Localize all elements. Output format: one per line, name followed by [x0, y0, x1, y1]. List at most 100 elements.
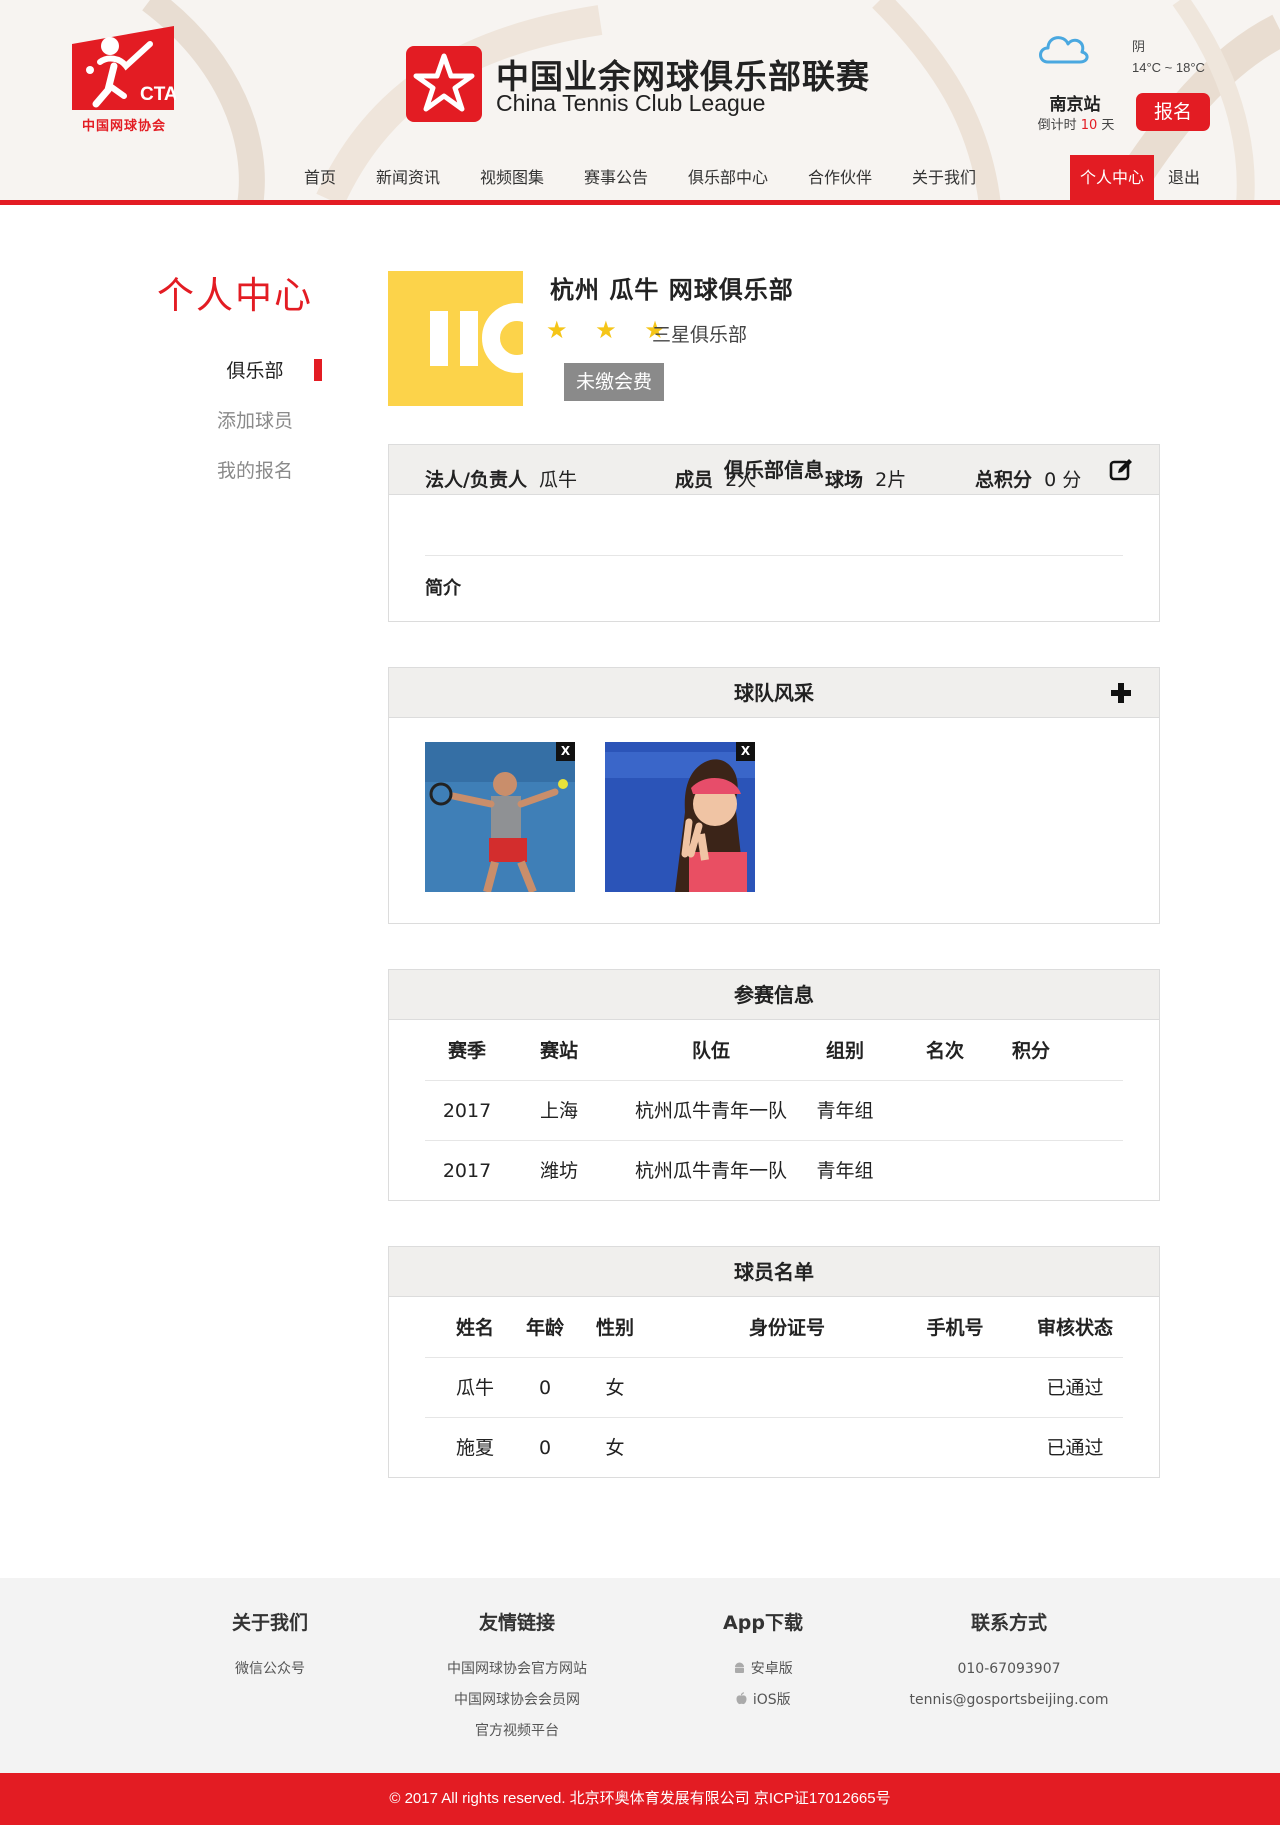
table-header-row: 赛季 赛站 队伍 组别 名次 积分	[425, 1021, 1123, 1081]
legal-value: 瓜牛	[539, 469, 578, 491]
footer-ios-link[interactable]: iOS版	[643, 1685, 883, 1716]
nav-home[interactable]: 首页	[296, 155, 344, 201]
countdown-prefix: 倒计时	[1037, 118, 1077, 133]
edit-icon[interactable]	[1109, 458, 1133, 482]
table-row: 2017 上海 杭州瓜牛青年一队 青年组	[425, 1081, 1123, 1141]
column-header: 年龄	[525, 1317, 564, 1339]
player-age-cell: 0	[538, 1437, 552, 1459]
points-cell	[991, 1081, 1071, 1141]
team-gallery-panel: 球队风采 X X	[388, 667, 1160, 924]
league-brand[interactable]: 中国业余网球俱乐部联赛 China Tennis Club League	[406, 46, 886, 126]
members-label: 成员	[675, 469, 714, 491]
remove-photo-button[interactable]: X	[736, 742, 755, 761]
player-age-cell: 0	[538, 1377, 552, 1399]
competition-header: 参赛信息	[389, 970, 1159, 1020]
site-header: CTA 中国网球协会 中国业余网球俱乐部联赛 China Tennis Club…	[0, 0, 1280, 205]
sidebar-item-add-player[interactable]: 添加球员	[200, 406, 310, 433]
footer-android-label: 安卓版	[750, 1661, 793, 1677]
weather-temperature: 14°C ~ 18°C	[1132, 60, 1205, 75]
fee-status-badge: 未缴会费	[564, 363, 664, 401]
table-header-row: 姓名 年龄 性别 身份证号 手机号 审核状态	[425, 1298, 1123, 1358]
rank-cell	[905, 1081, 985, 1141]
competition-title: 参赛信息	[734, 983, 814, 1007]
nav-logout[interactable]: 退出	[1160, 155, 1208, 201]
team-photo[interactable]: X	[605, 742, 755, 892]
footer-ios-label: iOS版	[752, 1692, 791, 1708]
group-cell: 青年组	[816, 1160, 874, 1182]
site-footer: 关于我们 微信公众号 友情链接 中国网球协会官方网站 中国网球协会会员网 官方视…	[0, 1578, 1280, 1773]
footer-about-title: 关于我们	[231, 1612, 308, 1634]
footer-phone: 010-67093907	[957, 1661, 1061, 1677]
column-header: 赛季	[447, 1040, 486, 1062]
club-info-panel: 俱乐部信息 法人/负责人 瓜牛 成员 2人 球场 2片 总积分 0 分 简介	[388, 444, 1160, 622]
column-header: 性别	[595, 1317, 634, 1339]
roster-title: 球员名单	[734, 1260, 814, 1284]
nav-partners[interactable]: 合作伙伴	[802, 155, 878, 201]
footer-link-video[interactable]: 官方视频平台	[397, 1716, 637, 1747]
legal-person: 法人/负责人 瓜牛	[425, 460, 577, 500]
column-header: 审核状态	[1036, 1317, 1113, 1339]
table-row: 施夏 0 女 已通过	[425, 1418, 1123, 1478]
player-status-cell: 已通过	[1046, 1377, 1104, 1399]
sidebar-item-club[interactable]: 俱乐部	[200, 356, 310, 383]
sidebar-active-marker	[314, 359, 322, 381]
footer-about: 关于我们 微信公众号	[150, 1606, 390, 1685]
footer-link-cta-member[interactable]: 中国网球协会会员网	[397, 1685, 637, 1716]
column-header: 组别	[825, 1040, 864, 1062]
countdown: 倒计时 10 天	[1028, 114, 1124, 133]
column-header: 名次	[925, 1040, 964, 1062]
nav-about[interactable]: 关于我们	[906, 155, 982, 201]
player-status-cell: 已通过	[1046, 1437, 1104, 1459]
points-value: 0 分	[1044, 469, 1082, 491]
star-icon	[413, 53, 475, 112]
column-header: 身份证号	[748, 1317, 825, 1339]
points-label: 总积分	[975, 469, 1033, 491]
team-cell: 杭州瓜牛青年一队	[634, 1100, 787, 1122]
group-cell: 青年组	[816, 1100, 874, 1122]
team-photo-image	[605, 742, 755, 892]
apple-icon	[736, 1692, 747, 1705]
members: 成员 2人	[675, 460, 756, 500]
points-cell	[991, 1141, 1071, 1201]
footer-contact: 联系方式 010-67093907 tennis@gosportsbeijing…	[889, 1606, 1129, 1716]
sidebar-item-my-signups[interactable]: 我的报名	[200, 456, 310, 483]
nav-media[interactable]: 视频图集	[474, 155, 550, 201]
footer-email[interactable]: tennis@gosportsbeijing.com	[889, 1685, 1129, 1716]
nav-notices[interactable]: 赛事公告	[578, 155, 654, 201]
team-photo-image	[425, 742, 575, 892]
footer-wechat-link[interactable]: 微信公众号	[150, 1654, 390, 1685]
column-header: 姓名	[455, 1317, 494, 1339]
legal-label: 法人/负责人	[425, 469, 527, 491]
main-nav: 首页 新闻资讯 视频图集 赛事公告 俱乐部中心 合作伙伴 关于我们 个人中心 退…	[0, 155, 1280, 201]
roster-panel: 球员名单 姓名 年龄 性别 身份证号 手机号 审核状态 瓜牛 0 女 已通过 施…	[388, 1246, 1160, 1478]
remove-photo-button[interactable]: X	[556, 742, 575, 761]
column-header: 手机号	[926, 1317, 984, 1339]
footer-android-link[interactable]: 安卓版	[643, 1654, 883, 1685]
team-photo[interactable]: X	[425, 742, 575, 892]
team-gallery-header: 球队风采	[389, 668, 1159, 718]
footer-friend-links: 友情链接 中国网球协会官方网站 中国网球协会会员网 官方视频平台	[397, 1606, 637, 1747]
courts-value: 2片	[875, 469, 907, 491]
countdown-suffix: 天	[1101, 118, 1115, 133]
footer-link-cta-official[interactable]: 中国网球协会官方网站	[397, 1654, 637, 1685]
courts: 球场 2片	[825, 460, 906, 500]
season-cell: 2017	[442, 1100, 492, 1122]
team-gallery-title: 球队风采	[734, 681, 814, 705]
signup-button[interactable]: 报名	[1136, 93, 1210, 131]
nav-personal-center[interactable]: 个人中心	[1070, 155, 1154, 201]
sidebar-title: 个人中心	[157, 274, 313, 317]
club-logo	[388, 271, 523, 406]
nav-clubs[interactable]: 俱乐部中心	[682, 155, 774, 201]
player-name-cell: 施夏	[455, 1437, 494, 1459]
column-header: 队伍	[691, 1040, 730, 1062]
competition-panel: 参赛信息 赛季 赛站 队伍 组别 名次 积分 2017 上海 杭州瓜牛青年一队 …	[388, 969, 1160, 1201]
android-icon	[735, 1662, 745, 1673]
player-phone-cell	[895, 1418, 1015, 1478]
player-gender-cell: 女	[605, 1437, 625, 1459]
add-icon[interactable]	[1109, 681, 1133, 705]
table-row: 瓜牛 0 女 已通过	[425, 1358, 1123, 1418]
nav-news[interactable]: 新闻资讯	[370, 155, 446, 201]
info-divider	[425, 555, 1123, 556]
player-phone-cell	[895, 1358, 1015, 1418]
player-name-cell: 瓜牛	[455, 1377, 494, 1399]
